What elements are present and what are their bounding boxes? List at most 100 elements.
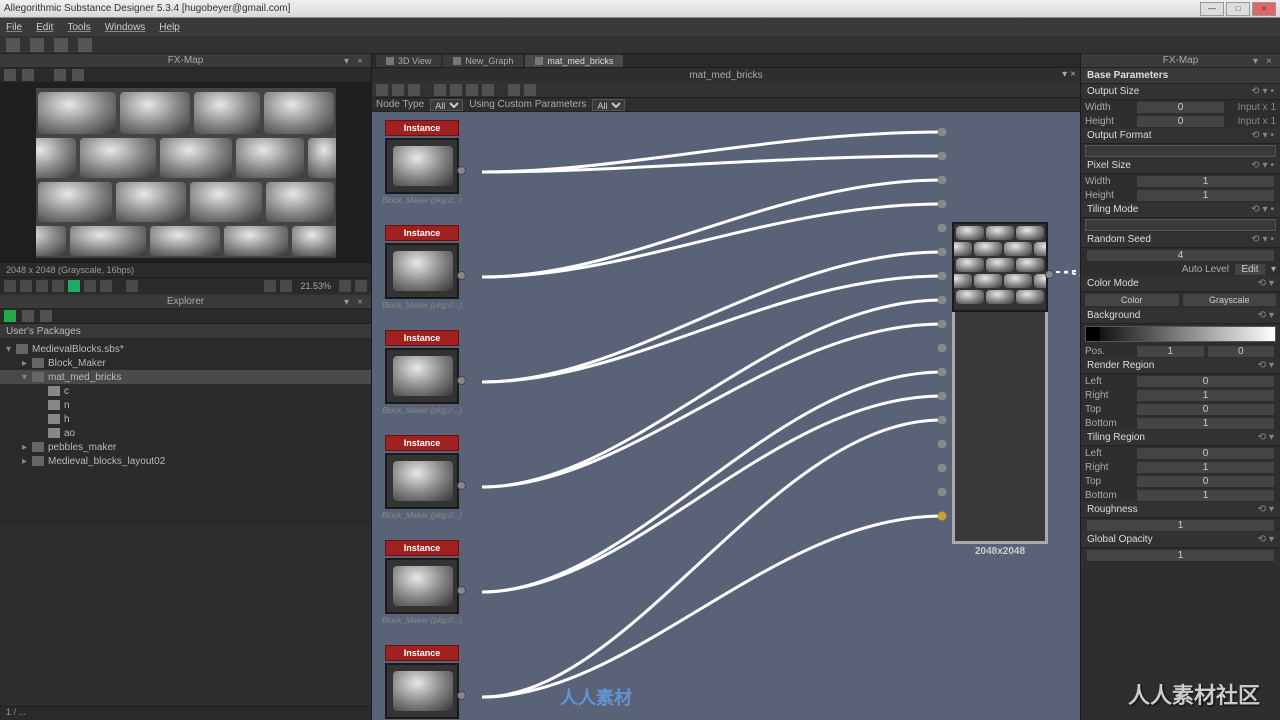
base-params-section[interactable]: Base Parameters: [1081, 68, 1280, 84]
panel-menu-icon[interactable]: ▾: [344, 297, 354, 307]
menu-windows[interactable]: Windows: [105, 22, 146, 33]
pv-icon[interactable]: [4, 69, 16, 81]
graph-node-instance[interactable]: Instance Block_Maker (pkg://...): [382, 225, 462, 310]
graph-canvas[interactable]: Instance Block_Maker (pkg://...) Instanc…: [372, 112, 1080, 720]
menu-edit[interactable]: Edit: [36, 22, 53, 33]
output-pin[interactable]: [457, 691, 466, 700]
graph-node-instance[interactable]: Instance Block_Maker (pkg://...): [382, 120, 462, 205]
explorer-tree[interactable]: ▾MedievalBlocks.sbs*▸Block_Maker▾mat_med…: [0, 338, 371, 526]
panel-close-icon[interactable]: ×: [1266, 56, 1276, 66]
tool-icon[interactable]: [126, 280, 138, 292]
tree-item[interactable]: ao: [0, 426, 371, 440]
gradient-editor[interactable]: [1085, 326, 1276, 342]
graph-node-instance[interactable]: Instance Block_Maker (pkg://...): [382, 435, 462, 520]
channel-button[interactable]: [36, 280, 48, 292]
ps-width-value[interactable]: 1: [1137, 176, 1274, 187]
output-pin[interactable]: [457, 166, 466, 175]
menu-help[interactable]: Help: [159, 22, 180, 33]
play-icon[interactable]: [4, 310, 16, 322]
output-format-input[interactable]: [1085, 145, 1276, 157]
output-pin[interactable]: [1045, 270, 1054, 279]
gt-icon[interactable]: [466, 84, 478, 96]
custom-params-select[interactable]: All: [592, 99, 625, 111]
gt-icon[interactable]: [376, 84, 388, 96]
graph-node-instance[interactable]: Instance Block_Maker (pkg://...): [382, 540, 462, 625]
global-opacity-row[interactable]: Global Opacity⟲▾: [1081, 532, 1280, 548]
output-pin[interactable]: [457, 586, 466, 595]
tree-item[interactable]: n: [0, 398, 371, 412]
save-icon[interactable]: [54, 38, 68, 52]
tool-icon[interactable]: [40, 310, 52, 322]
graph-tab[interactable]: 3D View: [376, 55, 441, 67]
panel-close-icon[interactable]: ×: [357, 297, 367, 307]
output-pin[interactable]: [457, 481, 466, 490]
tree-item[interactable]: c: [0, 384, 371, 398]
render-region-row[interactable]: Render Region⟲▾: [1081, 358, 1280, 374]
panel-menu-icon[interactable]: ▾: [344, 56, 354, 66]
graph-node-instance[interactable]: Instance Block_Maker (pkg://...): [382, 330, 462, 415]
nav-icon[interactable]: [280, 280, 292, 292]
tree-item[interactable]: ▸Block_Maker: [0, 356, 371, 370]
open-icon[interactable]: [30, 38, 44, 52]
gt-icon[interactable]: [450, 84, 462, 96]
channel-button[interactable]: [68, 280, 80, 292]
menu-tools[interactable]: Tools: [67, 22, 90, 33]
nav-icon[interactable]: [339, 280, 351, 292]
height-value[interactable]: 0: [1137, 116, 1224, 127]
output-format-row[interactable]: Output Format⟲▾•: [1081, 128, 1280, 144]
preview-2d-view[interactable]: [0, 83, 371, 263]
panel-menu-icon[interactable]: ▾: [1253, 56, 1263, 66]
channel-button[interactable]: [4, 280, 16, 292]
pv-icon[interactable]: [54, 69, 66, 81]
gt-icon[interactable]: [524, 84, 536, 96]
output-pin[interactable]: [457, 376, 466, 385]
nav-icon[interactable]: [355, 280, 367, 292]
gt-icon[interactable]: [482, 84, 494, 96]
output-pin[interactable]: [457, 271, 466, 280]
tree-item[interactable]: ▾mat_med_bricks: [0, 370, 371, 384]
tree-item[interactable]: ▸Medieval_blocks_layout02: [0, 454, 371, 468]
dropdown-icon[interactable]: [78, 38, 92, 52]
graph-node-instance[interactable]: Instance Block_Maker (pkg://...): [382, 645, 462, 720]
minimize-button[interactable]: —: [1200, 2, 1224, 16]
panel-menu-icon[interactable]: ▾: [1062, 68, 1067, 82]
graph-tab[interactable]: mat_med_bricks: [525, 55, 623, 67]
pv-icon[interactable]: [22, 69, 34, 81]
ps-height-value[interactable]: 1: [1137, 190, 1274, 201]
panel-close-icon[interactable]: ×: [1070, 68, 1076, 82]
tool-icon[interactable]: [22, 310, 34, 322]
channel-button[interactable]: [84, 280, 96, 292]
gt-icon[interactable]: [408, 84, 420, 96]
background-row[interactable]: Background⟲▾: [1081, 308, 1280, 324]
color-button[interactable]: Color: [1085, 294, 1179, 306]
tree-item[interactable]: ▸pebbles_maker: [0, 440, 371, 454]
maximize-button[interactable]: □: [1226, 2, 1250, 16]
channel-button[interactable]: [100, 280, 112, 292]
tree-item[interactable]: ▾MedievalBlocks.sbs*: [0, 342, 371, 356]
gt-icon[interactable]: [508, 84, 520, 96]
graph-tab[interactable]: New_Graph: [443, 55, 523, 67]
channel-button[interactable]: [52, 280, 64, 292]
gt-icon[interactable]: [392, 84, 404, 96]
roughness-row[interactable]: Roughness⟲▾: [1081, 502, 1280, 518]
panel-close-icon[interactable]: ×: [357, 56, 367, 66]
output-size-row[interactable]: Output Size⟲▾•: [1081, 84, 1280, 100]
pv-icon[interactable]: [72, 69, 84, 81]
gt-icon[interactable]: [434, 84, 446, 96]
pixel-size-row[interactable]: Pixel Size⟲▾•: [1081, 158, 1280, 174]
grayscale-button[interactable]: Grayscale: [1183, 294, 1277, 306]
color-mode-row[interactable]: Color Mode⟲▾: [1081, 276, 1280, 292]
tiling-mode-input[interactable]: [1085, 219, 1276, 231]
random-seed-row[interactable]: Random Seed⟲▾•: [1081, 232, 1280, 248]
new-icon[interactable]: [6, 38, 20, 52]
tiling-mode-row[interactable]: Tiling Mode⟲▾•: [1081, 202, 1280, 218]
seed-value[interactable]: 4: [1087, 250, 1274, 261]
tree-item[interactable]: h: [0, 412, 371, 426]
channel-button[interactable]: [20, 280, 32, 292]
nav-icon[interactable]: [264, 280, 276, 292]
close-button[interactable]: ×: [1252, 2, 1276, 16]
width-value[interactable]: 0: [1137, 102, 1224, 113]
graph-node-blend[interactable]: 2048x2048: [952, 220, 1048, 557]
menu-file[interactable]: File: [6, 22, 22, 33]
tiling-region-row[interactable]: Tiling Region⟲▾: [1081, 430, 1280, 446]
